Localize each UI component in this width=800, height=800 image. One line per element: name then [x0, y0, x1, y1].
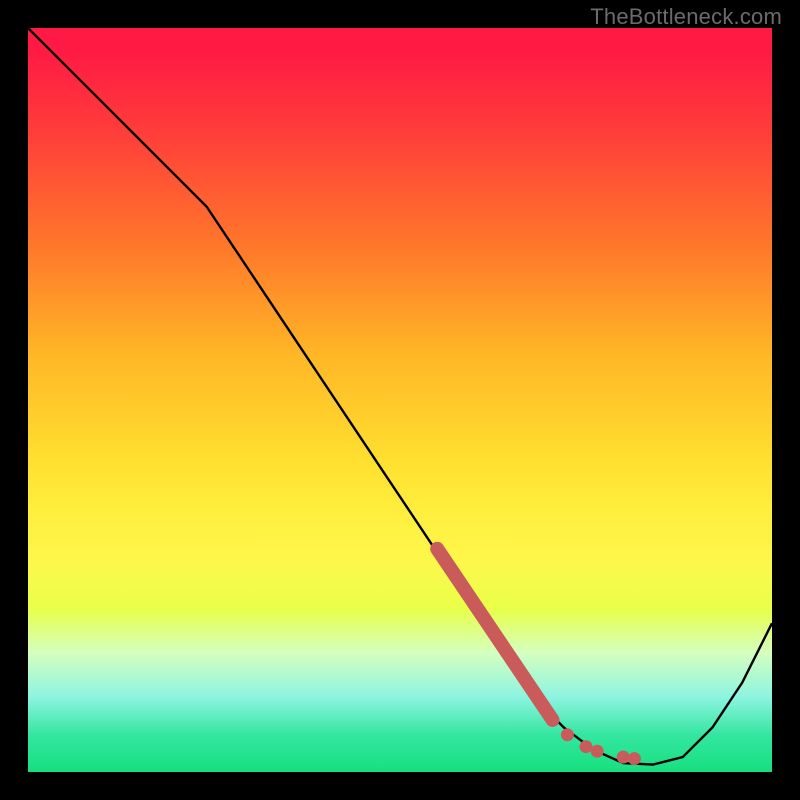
highlight-dots: [561, 728, 641, 765]
highlight-dot: [580, 740, 593, 753]
highlight-segment: [437, 549, 552, 720]
highlight-dot: [617, 751, 630, 764]
watermark-text: TheBottleneck.com: [590, 4, 782, 30]
highlight-dot: [628, 752, 641, 765]
chart-area: [28, 28, 772, 772]
highlight-dot: [561, 728, 574, 741]
main-curve: [28, 28, 772, 765]
highlight-dot: [591, 745, 604, 758]
chart-svg: [28, 28, 772, 772]
